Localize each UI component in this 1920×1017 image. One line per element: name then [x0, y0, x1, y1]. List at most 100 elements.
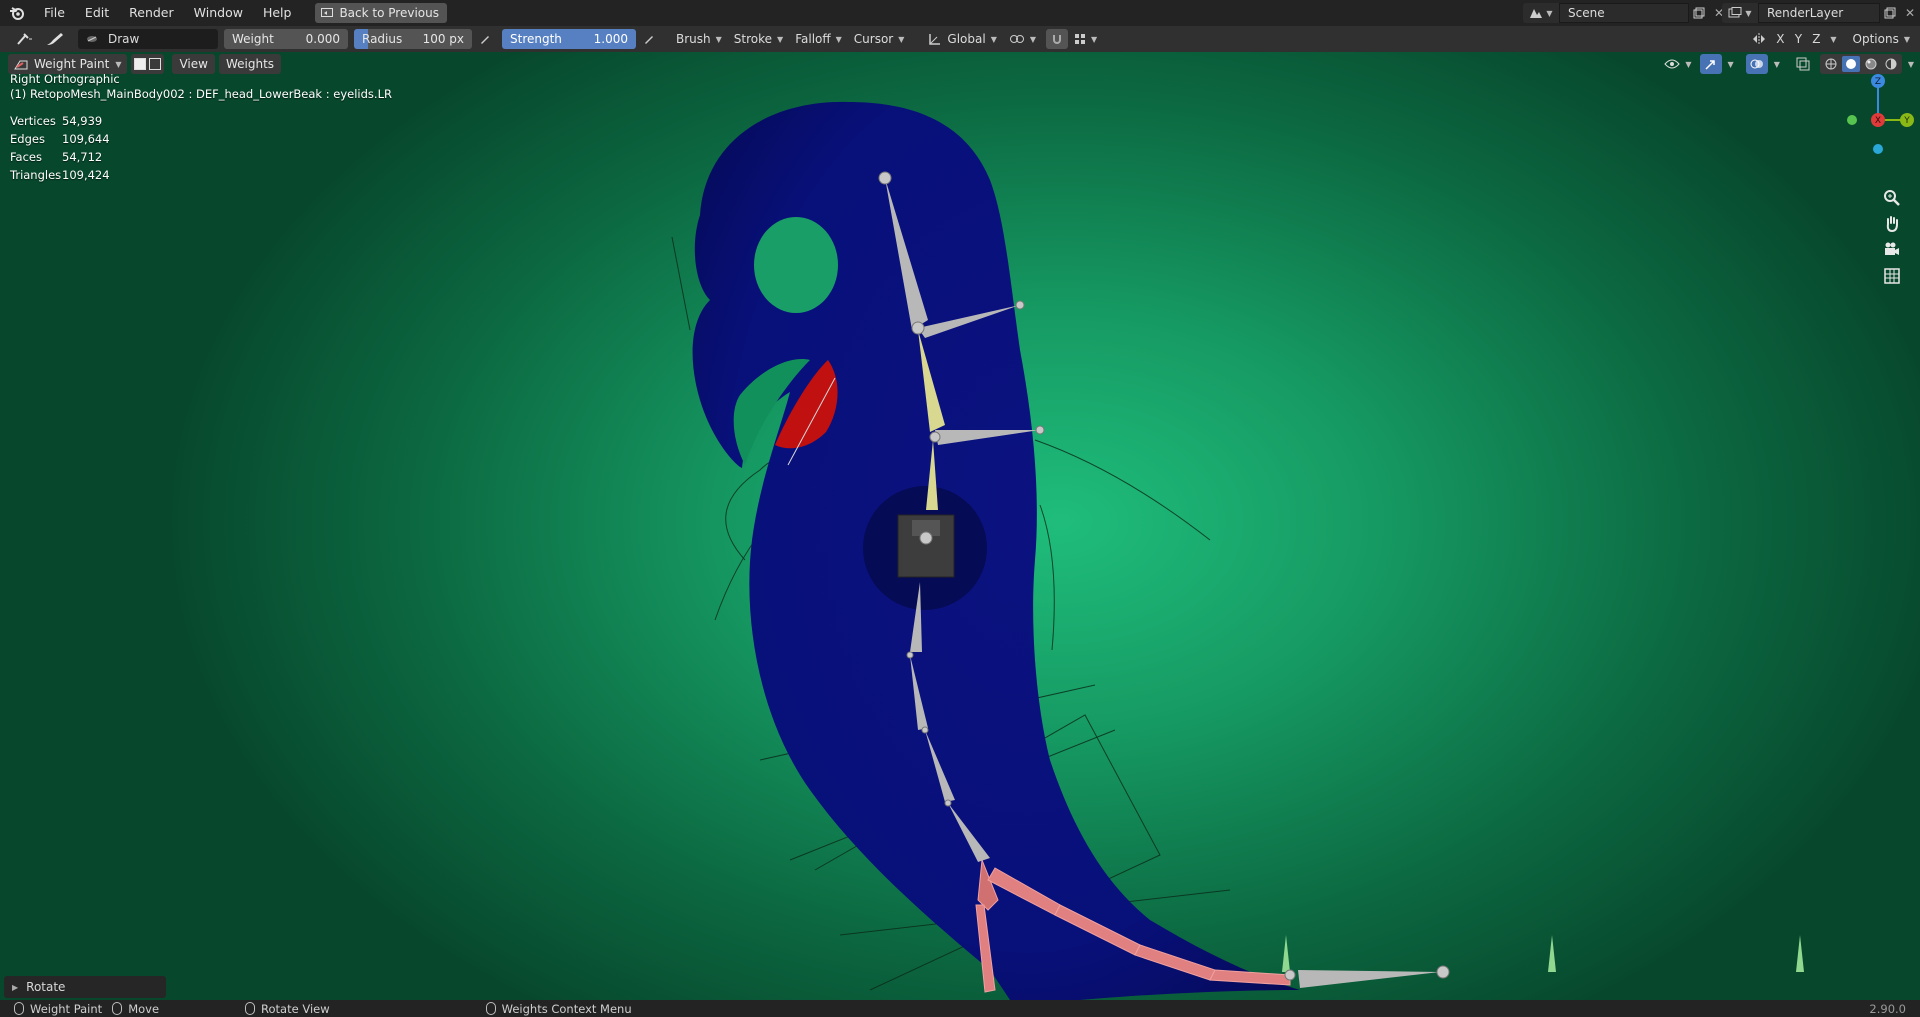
top-menu-bar: File Edit Render Window Help Back to Pre…: [0, 0, 1920, 26]
scene-render: [671, 101, 1804, 1000]
tool-settings-header: Draw Weight 0.000 Radius 100 px Strength…: [0, 26, 1920, 52]
status-middle-click: Move: [112, 1002, 159, 1016]
back-to-previous-label: Back to Previous: [339, 6, 439, 20]
status-bar: Weight Paint Move Rotate View Weights Co…: [0, 1000, 1920, 1017]
pan-hand-icon[interactable]: [1880, 212, 1904, 236]
duplicate-scene-icon[interactable]: [1689, 3, 1709, 23]
orientation-dropdown[interactable]: Global ▼: [922, 29, 1002, 49]
weight-value: 0.000: [305, 32, 340, 46]
mirror-icon[interactable]: [1748, 29, 1770, 49]
strength-value: 1.000: [593, 32, 628, 46]
brush-preview-icon: [87, 36, 97, 42]
orientation-label: Global: [947, 32, 986, 46]
grid-snap-icon: [1075, 34, 1085, 44]
brush-dropdown[interactable]: Brush ▼: [670, 29, 728, 49]
version-label: 2.90.0: [1869, 1001, 1906, 1016]
menu-edit[interactable]: Edit: [75, 0, 119, 26]
close-layer-icon[interactable]: ✕: [1900, 3, 1920, 23]
expand-arrow-icon: ▶: [12, 982, 19, 992]
scene-selector: ▼ Scene ✕: [1523, 3, 1729, 23]
duplicate-layer-icon[interactable]: [1880, 3, 1900, 23]
radius-field[interactable]: Radius 100 px: [354, 29, 472, 49]
pivot-dropdown[interactable]: ▼: [1003, 29, 1042, 49]
gizmo-x-label: X: [1875, 116, 1881, 126]
scene-name-field[interactable]: Scene: [1559, 3, 1689, 23]
strength-label: Strength: [510, 32, 562, 46]
chevron-down-icon: ▼: [1745, 8, 1752, 18]
options-dropdown[interactable]: Options ▼: [1853, 29, 1910, 49]
mirror-z-toggle[interactable]: Z: [1808, 29, 1824, 49]
screen-icon: [321, 8, 334, 17]
cursor-dropdown-label: Cursor: [853, 32, 894, 46]
scene-icon: [1530, 9, 1543, 18]
render-layer-selector: ▼ RenderLayer ✕: [1722, 3, 1920, 23]
status-label: Weights Context Menu: [501, 1001, 632, 1016]
stroke-dropdown[interactable]: Stroke ▼: [728, 29, 789, 49]
menu-render[interactable]: Render: [119, 0, 184, 26]
chevron-down-icon: ▼: [715, 34, 722, 44]
link-icon: [1009, 35, 1024, 43]
gizmo-y-label: Y: [1903, 116, 1910, 126]
radius-value: 100 px: [422, 32, 464, 46]
status-label: Weight Paint: [30, 1001, 103, 1016]
brush-selector[interactable]: Draw: [78, 29, 218, 49]
status-right-click: Weights Context Menu: [485, 1001, 632, 1016]
falloff-dropdown[interactable]: Falloff ▼: [789, 29, 848, 49]
strength-field[interactable]: Strength 1.000: [502, 29, 636, 49]
chevron-down-icon: ▼: [1029, 34, 1036, 44]
radius-label: Radius: [362, 32, 403, 46]
falloff-dropdown-label: Falloff: [795, 32, 831, 46]
snap-settings-dropdown[interactable]: ▼: [1068, 29, 1103, 49]
menu-file[interactable]: File: [34, 0, 75, 26]
mouse-middle-icon: [112, 1002, 123, 1015]
rotate-operator-label: Rotate: [26, 980, 66, 994]
bone-green[interactable]: [1282, 935, 1290, 972]
chevron-down-icon[interactable]: ▼: [1830, 35, 1836, 44]
transform-orientation-icon: [929, 34, 941, 45]
blender-logo-icon[interactable]: [0, 0, 34, 26]
bone-green[interactable]: [1796, 935, 1804, 972]
mirror-x-toggle[interactable]: X: [1772, 29, 1788, 49]
chevron-down-icon: ▼: [990, 34, 997, 44]
cursor-dropdown[interactable]: Cursor ▼: [848, 29, 911, 49]
brush-dropdown-label: Brush: [676, 32, 711, 46]
camera-view-icon[interactable]: [1880, 238, 1904, 262]
chevron-down-icon: ▼: [835, 34, 842, 44]
weight-label: Weight: [232, 32, 274, 46]
menu-help[interactable]: Help: [253, 0, 302, 26]
mirror-y-toggle[interactable]: Y: [1790, 29, 1806, 49]
scene-browse-button[interactable]: ▼: [1523, 3, 1559, 23]
options-label: Options: [1852, 32, 1899, 46]
chevron-down-icon: ▼: [1091, 34, 1098, 44]
orthographic-grid-icon[interactable]: [1880, 264, 1904, 288]
chevron-down-icon: ▼: [1546, 8, 1553, 18]
bone-green[interactable]: [1548, 935, 1556, 972]
weight-field[interactable]: Weight 0.000: [224, 29, 348, 49]
strength-pressure-icon[interactable]: [638, 29, 660, 49]
status-label: Move: [128, 1001, 160, 1016]
mouse-left-icon: [14, 1002, 24, 1015]
last-operator-panel[interactable]: ▶ Rotate: [4, 976, 166, 998]
zoom-icon[interactable]: [1880, 186, 1904, 210]
snap-toggle-icon[interactable]: [1046, 29, 1068, 49]
brush-tool-icon[interactable]: [40, 29, 70, 49]
navigation-gizmo[interactable]: Z X Y: [1830, 68, 1920, 218]
back-to-previous-button[interactable]: Back to Previous: [315, 3, 447, 23]
chevron-down-icon: ▼: [898, 34, 905, 44]
menu-window[interactable]: Window: [184, 0, 253, 26]
brush-name: Draw: [108, 32, 140, 46]
stroke-dropdown-label: Stroke: [733, 32, 773, 46]
status-left-click: Weight Paint: [14, 1002, 102, 1016]
eye-socket: [754, 217, 838, 313]
status-right-drag: Rotate View: [245, 1002, 330, 1016]
gizmo-z-label: Z: [1875, 77, 1881, 87]
3d-viewport[interactable]: Weight Paint ▼ View Weights ▼ ▼ ▼ ▼ Righ…: [0, 52, 1920, 1000]
mouse-right-icon: [485, 1002, 496, 1015]
editor-type-button[interactable]: [10, 29, 40, 49]
render-layer-icon: [1728, 7, 1742, 18]
bone[interactable]: [1298, 970, 1440, 988]
render-layer-field[interactable]: RenderLayer: [1758, 3, 1880, 23]
render-layer-browse-button[interactable]: ▼: [1722, 3, 1758, 23]
radius-pressure-icon[interactable]: [474, 29, 496, 49]
symmetry-options: X Y Z ▼ Options ▼: [1748, 29, 1910, 49]
